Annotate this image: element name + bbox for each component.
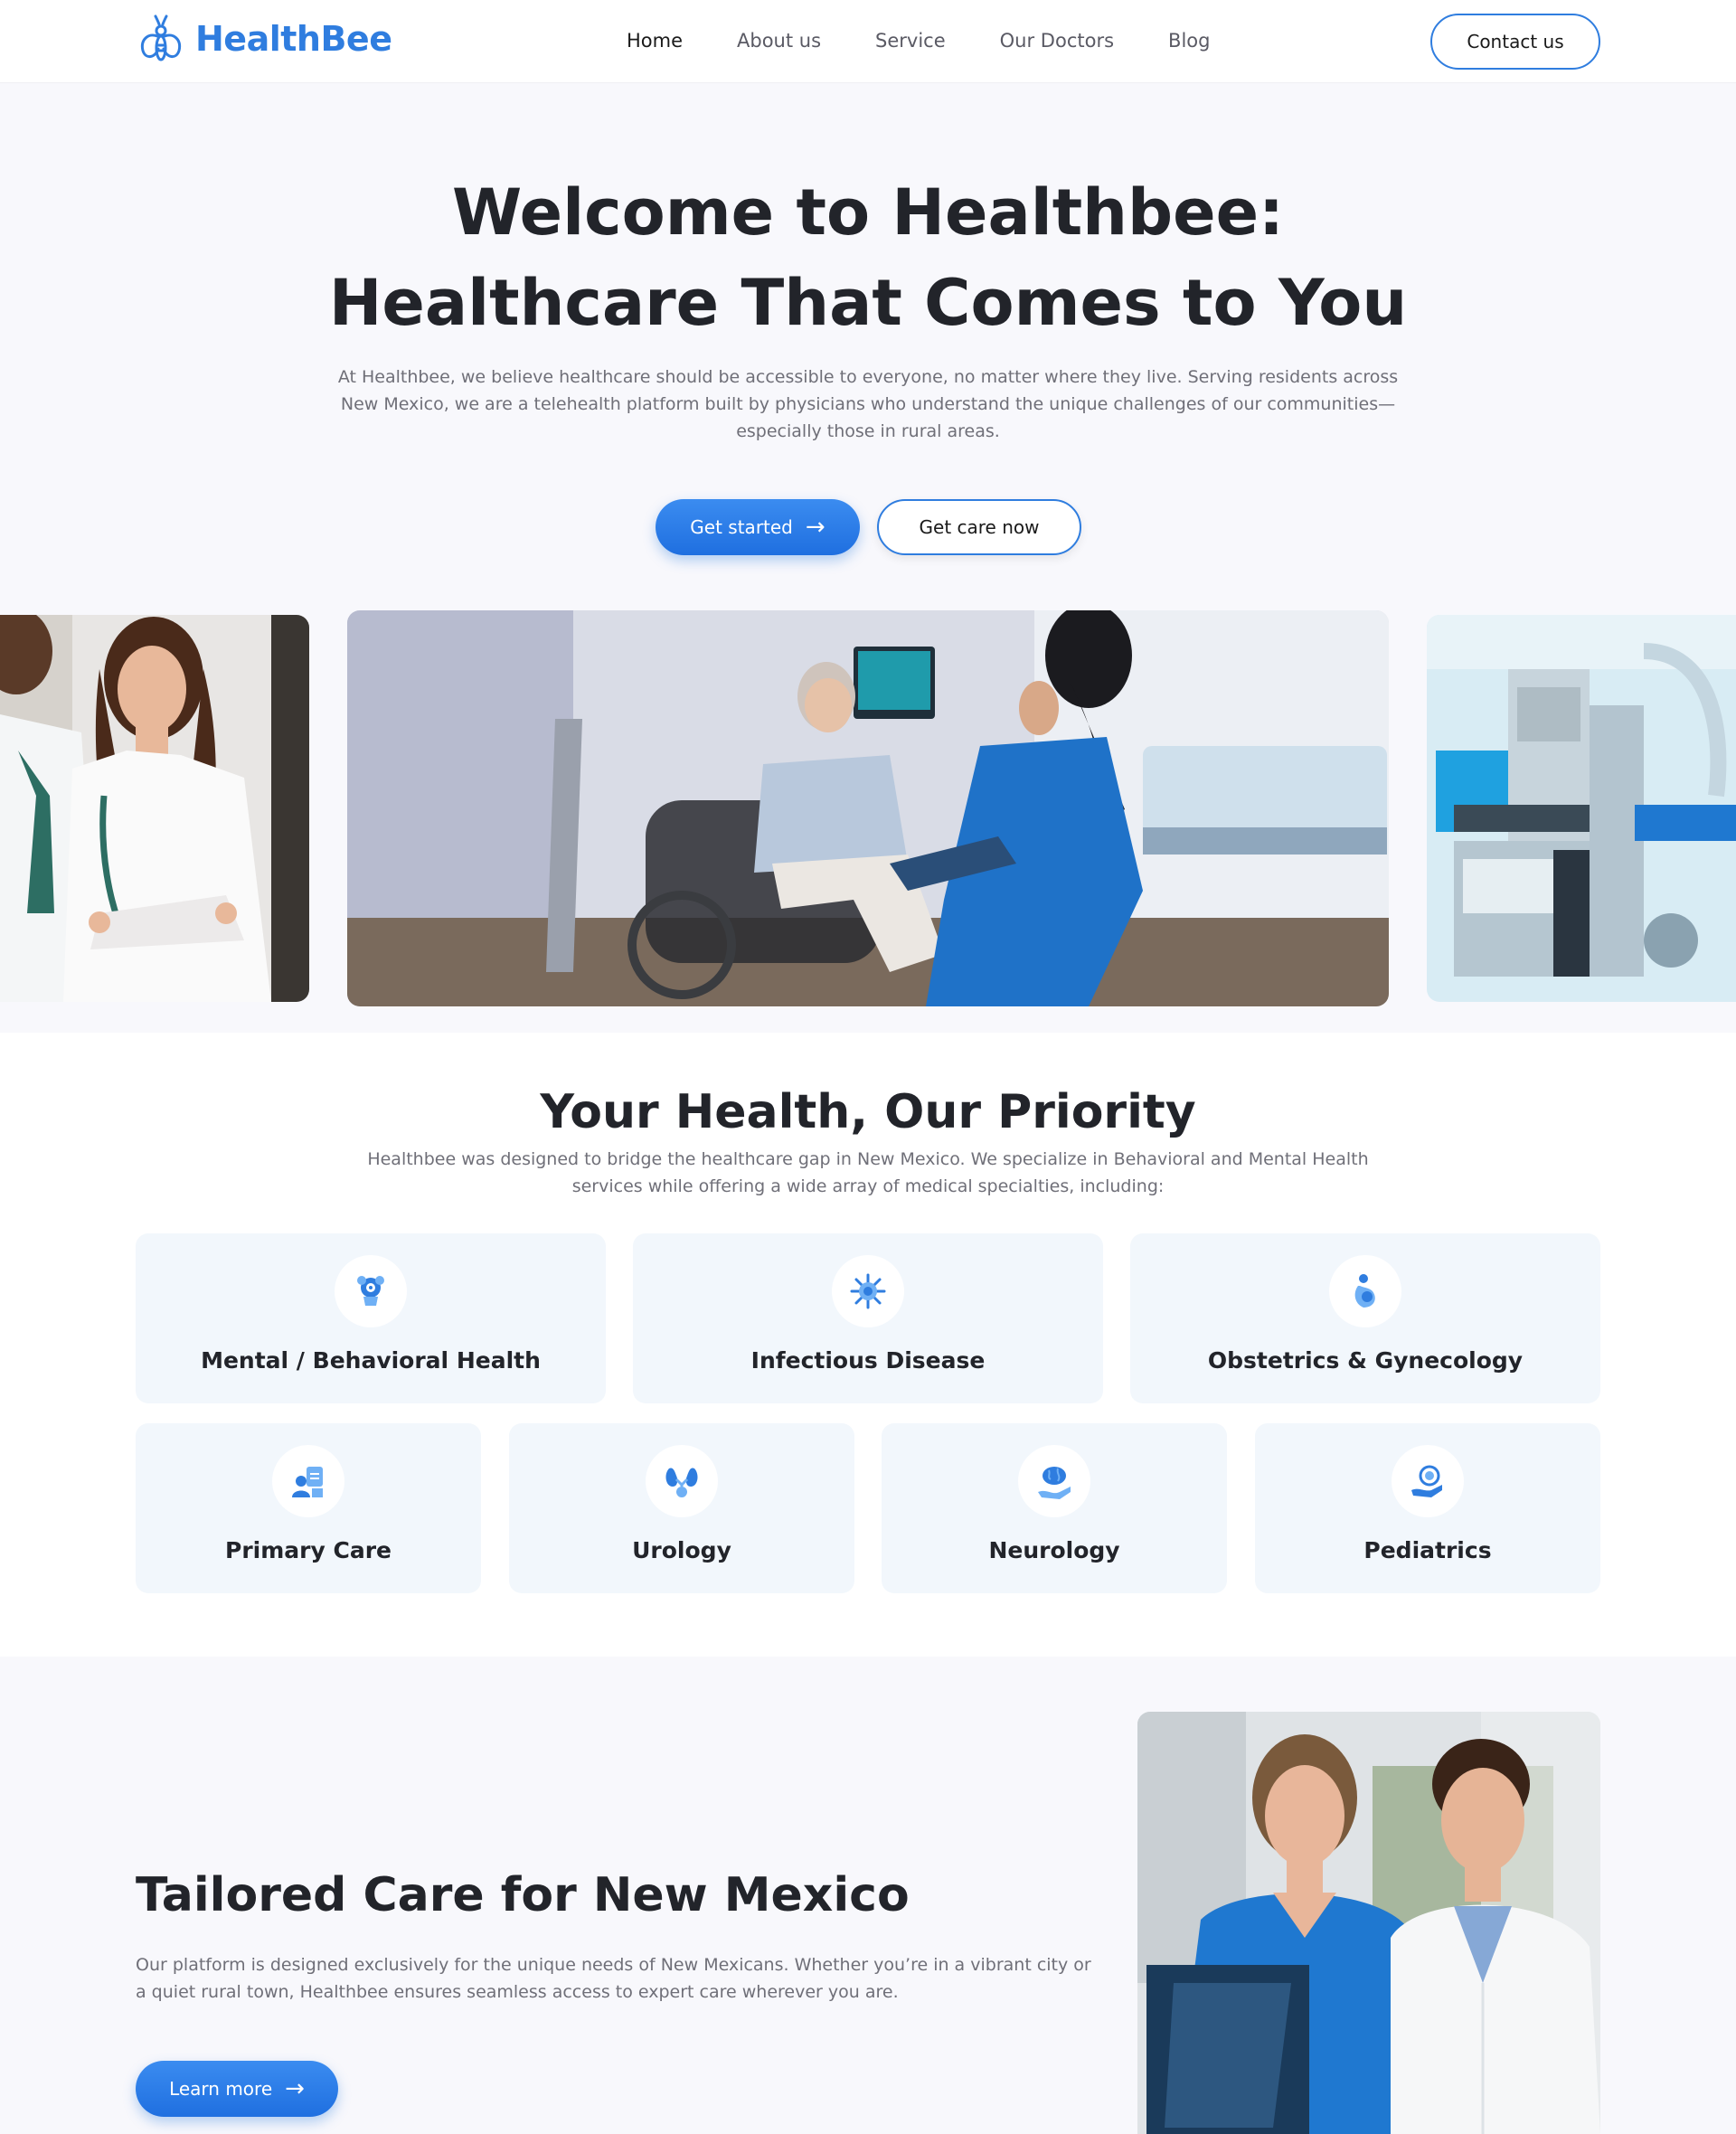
specialty-label: Primary Care [225, 1537, 392, 1563]
specialty-label: Urology [632, 1537, 731, 1563]
virus-icon [850, 1273, 886, 1309]
specialty-card-urology[interactable]: Urology [509, 1423, 854, 1593]
medical-equipment-photo [1427, 615, 1736, 1002]
logo-text: HealthBee [195, 19, 392, 59]
baby-care-icon [1411, 1465, 1442, 1497]
arrow-right-icon: → [285, 2075, 305, 2102]
brain-head-icon [357, 1276, 384, 1306]
hero-description: At Healthbee, we believe healthcare shou… [337, 367, 1399, 441]
get-care-now-button[interactable]: Get care now [877, 499, 1081, 555]
specialty-label: Obstetrics & Gynecology [1207, 1347, 1524, 1374]
doctors-team-photo [1137, 1712, 1600, 2134]
specialty-label: Pediatrics [1363, 1537, 1492, 1563]
specialty-label: Neurology [988, 1537, 1120, 1563]
specialty-card-pediatrics[interactable]: Pediatrics [1255, 1423, 1600, 1593]
hero-title-line2: Healthcare That Comes to You [328, 266, 1408, 340]
nav-home[interactable]: Home [627, 27, 683, 54]
brain-hand-icon [1038, 1467, 1071, 1499]
kidneys-icon [665, 1468, 698, 1497]
nav-service[interactable]: Service [875, 27, 946, 54]
specialty-card-neurology[interactable]: Neurology [882, 1423, 1227, 1593]
nav-blog[interactable]: Blog [1168, 27, 1210, 54]
learn-more-label: Learn more [169, 2078, 273, 2100]
tailored-description: Our platform is designed exclusively for… [136, 1955, 1091, 2002]
learn-more-button[interactable]: Learn more → [136, 2061, 338, 2117]
nav-about-us[interactable]: About us [737, 27, 821, 54]
contact-us-button[interactable]: Contact us [1430, 14, 1600, 70]
specialty-label: Infectious Disease [750, 1347, 986, 1374]
main-nav: Home About us Service Our Doctors Blog [627, 27, 1264, 54]
pregnancy-icon [1354, 1274, 1375, 1308]
specialty-card-obgyn[interactable]: Obstetrics & Gynecology [1130, 1233, 1600, 1403]
nav-our-doctors[interactable]: Our Doctors [1000, 27, 1114, 54]
hero-title-line1: Welcome to Healthbee: [451, 175, 1285, 250]
tailored-title: Tailored Care for New Mexico [136, 1868, 910, 1922]
specialty-card-mental-health[interactable]: Mental / Behavioral Health [136, 1233, 606, 1403]
bee-logo-icon [140, 14, 182, 61]
specialty-label: Mental / Behavioral Health [201, 1347, 541, 1374]
hero-title: Welcome to Healthbee: Healthcare That Co… [0, 167, 1736, 348]
arrow-right-icon: → [805, 514, 826, 541]
priority-title: Your Health, Our Priority [540, 1085, 1196, 1139]
nurse-patient-photo [347, 610, 1389, 1006]
logo[interactable]: HealthBee [136, 13, 392, 65]
specialty-card-infectious-disease[interactable]: Infectious Disease [633, 1233, 1103, 1403]
specialty-card-primary-care[interactable]: Primary Care [136, 1423, 481, 1593]
get-started-button[interactable]: Get started → [656, 499, 860, 555]
get-started-label: Get started [690, 516, 793, 538]
doctors-photo [0, 615, 309, 1002]
priority-section: Your Health, Our Priority Healthbee was … [0, 1033, 1736, 1657]
doctor-clipboard-icon [292, 1467, 323, 1497]
site-header: HealthBee Home About us Service Our Doct… [0, 0, 1736, 83]
priority-description: Healthbee was designed to bridge the hea… [367, 1149, 1369, 1196]
